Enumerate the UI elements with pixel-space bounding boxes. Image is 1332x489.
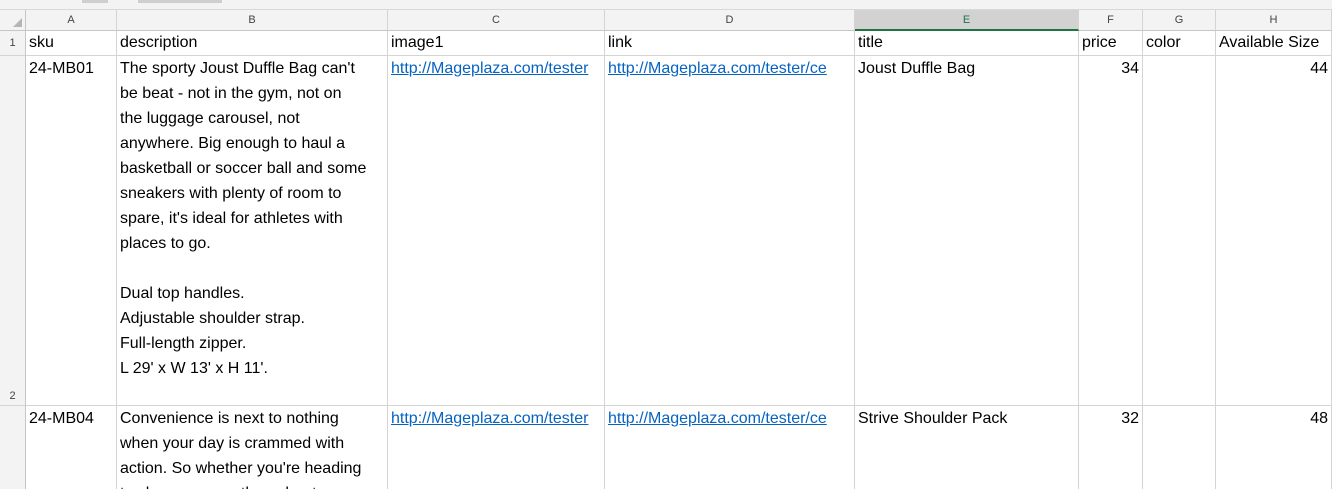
column-header-a[interactable]: A: [26, 10, 117, 31]
cell-d3-link[interactable]: http://Mageplaza.com/tester/ce: [605, 406, 855, 489]
cell-b3[interactable]: Convenience is next to nothing when your…: [117, 406, 388, 489]
cell-e2[interactable]: Joust Duffle Bag: [855, 56, 1079, 406]
cell-f3[interactable]: 32: [1079, 406, 1143, 489]
cell-f1[interactable]: price: [1079, 31, 1143, 56]
spreadsheet-grid: A B C D E F G H 1 2 sku description imag…: [0, 0, 1332, 489]
cell-e3[interactable]: Strive Shoulder Pack: [855, 406, 1079, 489]
ribbon-edge: [0, 0, 1332, 10]
cell-b1[interactable]: description: [117, 31, 388, 56]
cell-a3[interactable]: 24-MB04: [26, 406, 117, 489]
cell-d1[interactable]: link: [605, 31, 855, 56]
cell-b2[interactable]: The sporty Joust Duffle Bag can't be bea…: [117, 56, 388, 406]
cell-g3[interactable]: [1143, 406, 1216, 489]
select-all-button[interactable]: [0, 10, 26, 31]
cell-c1[interactable]: image1: [388, 31, 605, 56]
row-header-1[interactable]: 1: [0, 31, 26, 56]
column-header-h[interactable]: H: [1216, 10, 1332, 31]
row-header-2[interactable]: 2: [0, 56, 26, 406]
cell-h2[interactable]: 44: [1216, 56, 1332, 406]
column-header-c[interactable]: C: [388, 10, 605, 31]
cell-g2[interactable]: [1143, 56, 1216, 406]
column-header-f[interactable]: F: [1079, 10, 1143, 31]
cell-d2-link[interactable]: http://Mageplaza.com/tester/ce: [605, 56, 855, 406]
select-all-triangle-icon: [13, 18, 22, 27]
column-header-d[interactable]: D: [605, 10, 855, 31]
cell-h1[interactable]: Available Size: [1216, 31, 1332, 56]
cell-g1[interactable]: color: [1143, 31, 1216, 56]
row-header-3[interactable]: [0, 406, 26, 489]
column-header-e[interactable]: E: [855, 10, 1079, 31]
cell-a2[interactable]: 24-MB01: [26, 56, 117, 406]
cell-c3-link[interactable]: http://Mageplaza.com/tester: [388, 406, 605, 489]
column-header-b[interactable]: B: [117, 10, 388, 31]
cell-e1[interactable]: title: [855, 31, 1079, 56]
column-header-g[interactable]: G: [1143, 10, 1216, 31]
cell-f2[interactable]: 34: [1079, 56, 1143, 406]
cell-c2-link[interactable]: http://Mageplaza.com/tester: [388, 56, 605, 406]
cell-a1[interactable]: sku: [26, 31, 117, 56]
cell-h3[interactable]: 48: [1216, 406, 1332, 489]
